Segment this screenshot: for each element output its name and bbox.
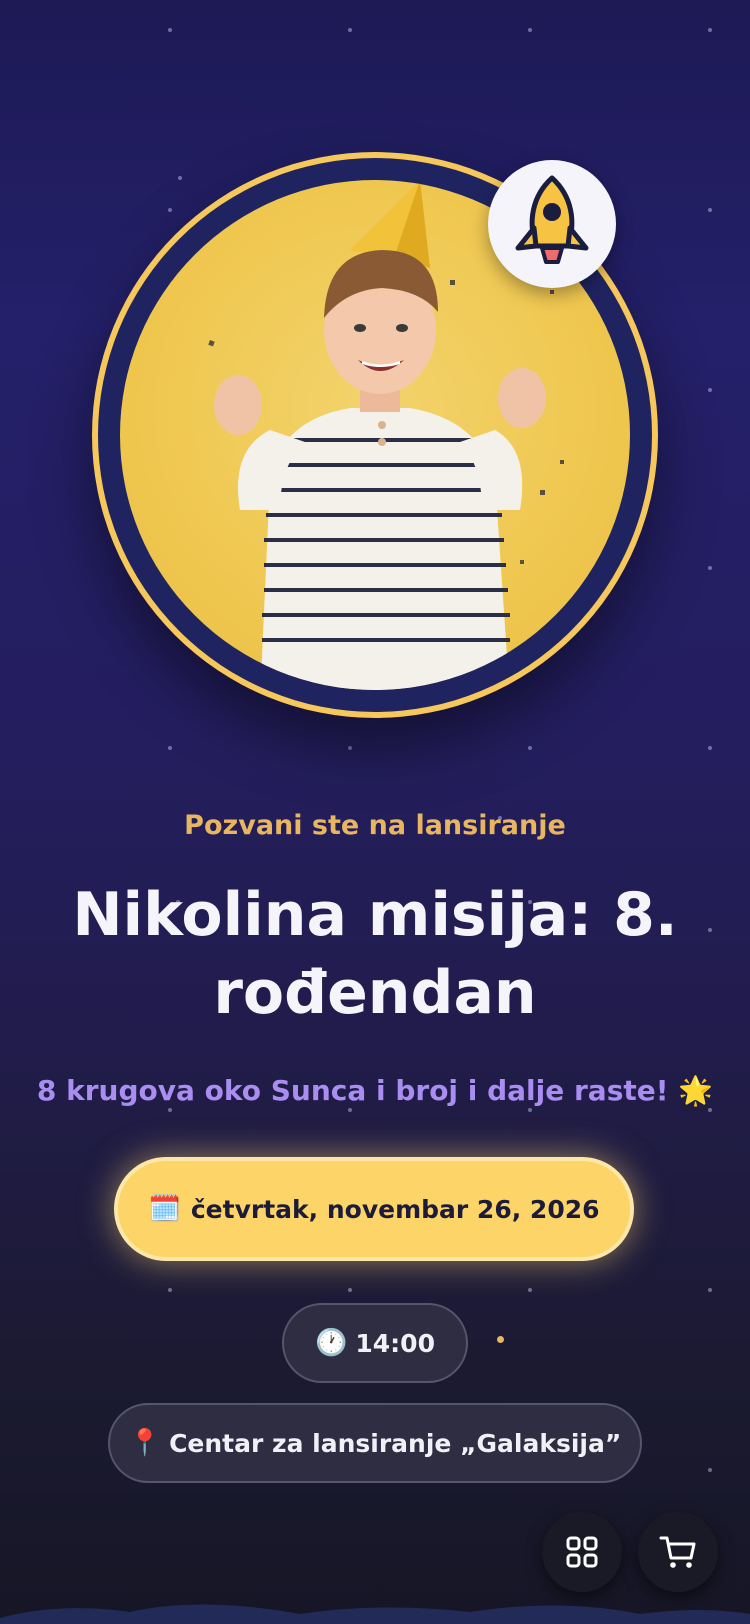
rocket-icon — [515, 175, 589, 264]
date-text: četvrtak, novembar 26, 2026 — [190, 1194, 600, 1224]
rocket-badge — [488, 160, 616, 288]
time-text: 14:00 — [355, 1328, 435, 1358]
invitation-subtitle: 8 krugova oko Sunca i broj i dalje raste… — [36, 1074, 714, 1107]
time-pill: 🕐 14:00 — [282, 1303, 468, 1383]
apps-grid-icon — [566, 1536, 598, 1568]
page-title: Nikolina misija: 8. rođendan — [72, 880, 678, 1028]
apps-button[interactable] — [542, 1512, 622, 1592]
invitation-eyebrow: Pozvani ste na lansiranje — [184, 810, 566, 841]
location-text: Centar za lansiranje „Galaksija” — [169, 1428, 622, 1458]
location-pill[interactable]: 📍 Centar za lansiranje „Galaksija” — [108, 1403, 642, 1483]
cart-button[interactable] — [638, 1512, 718, 1592]
calendar-icon: 🗓️ — [148, 1194, 181, 1224]
clock-icon: 🕐 — [315, 1328, 348, 1358]
date-pill: 🗓️ četvrtak, novembar 26, 2026 — [114, 1157, 634, 1261]
cart-icon — [659, 1536, 696, 1568]
decorative-hills — [0, 1604, 750, 1624]
pin-icon: 📍 — [128, 1428, 162, 1458]
